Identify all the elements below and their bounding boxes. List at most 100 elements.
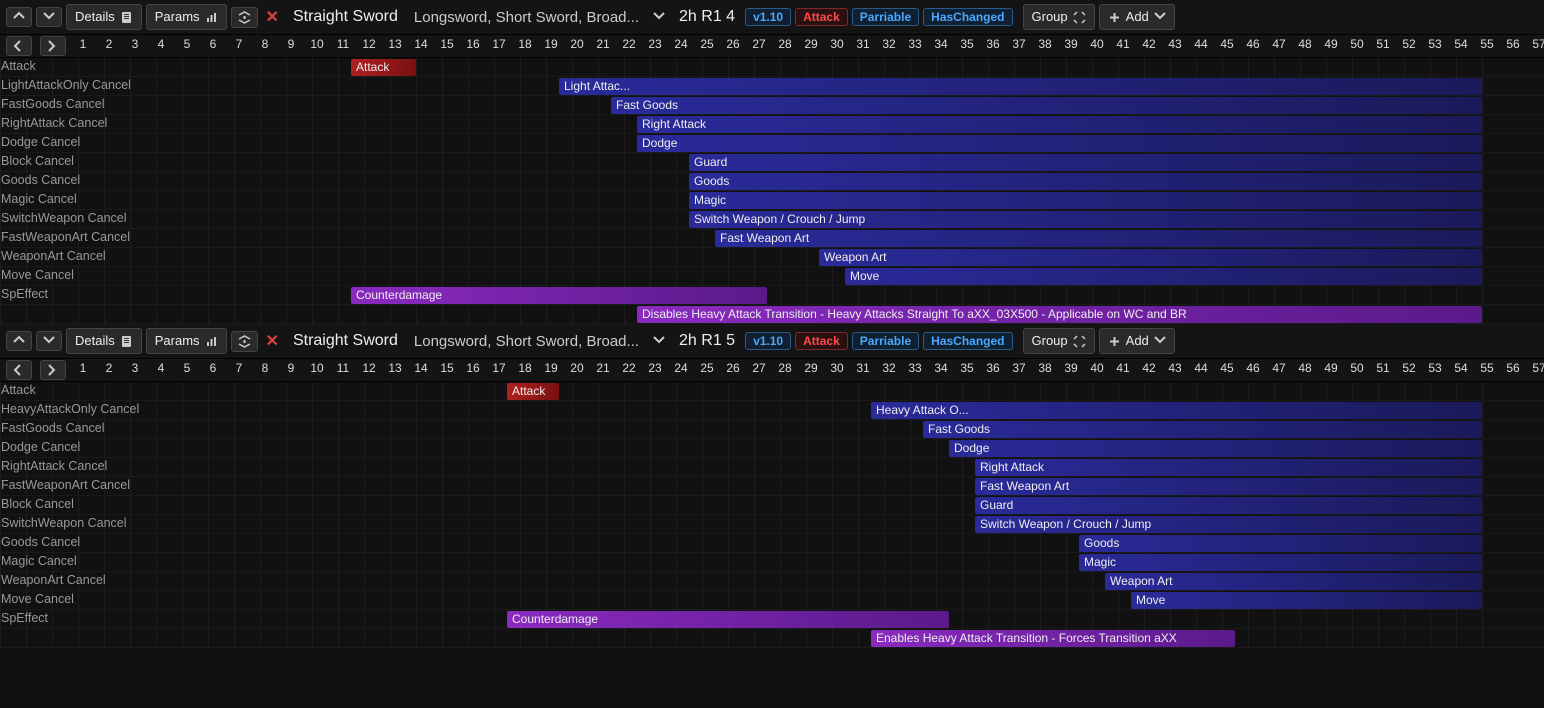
timeline-bar[interactable]: Move [845, 268, 1482, 285]
timeline-bar[interactable]: Dodge [949, 440, 1482, 457]
timeline-bar[interactable]: Counterdamage [351, 287, 767, 304]
timeline-bar[interactable]: Guard [975, 497, 1482, 514]
bar-label: Attack [356, 60, 389, 74]
ruler-tick: 35 [960, 361, 973, 375]
ruler-tick: 29 [804, 361, 817, 375]
bar-label: Right Attack [642, 117, 706, 131]
close-icon[interactable]: ✕ [262, 331, 283, 351]
timeline-bar[interactable]: Enables Heavy Attack Transition - Forces… [871, 630, 1235, 647]
timeline-bar[interactable]: Switch Weapon / Crouch / Jump [689, 211, 1482, 228]
timeline-bar[interactable]: Guard [689, 154, 1482, 171]
timeline-bar[interactable]: Fast Goods [923, 421, 1482, 438]
track-label: Attack [0, 383, 36, 397]
track-row: LightAttackOnly Cancel Light Attac... [0, 77, 1544, 96]
compress-button[interactable] [231, 7, 258, 28]
timeline-bar[interactable]: Counterdamage [507, 611, 949, 628]
bar-label: Guard [980, 498, 1013, 512]
ruler-tick: 39 [1064, 37, 1077, 51]
ruler-tick: 9 [288, 361, 295, 375]
collapse-down-button[interactable] [36, 7, 62, 27]
track-row: RightAttack Cancel Right Attack [0, 115, 1544, 134]
track-label: Goods Cancel [0, 535, 80, 549]
ruler-tick: 21 [596, 361, 609, 375]
timeline-bar[interactable]: Fast Weapon Art [975, 478, 1482, 495]
ruler-tick: 49 [1324, 37, 1337, 51]
bar-label: Right Attack [980, 460, 1044, 474]
ruler-tick: 56 [1506, 361, 1519, 375]
ruler-tick: 37 [1012, 37, 1025, 51]
timeline-bar[interactable]: Attack [351, 59, 416, 76]
timeline-bar[interactable]: Weapon Art [1105, 573, 1482, 590]
timeline-panel: Details Params ✕ Straight Sword Longswor… [0, 0, 1544, 324]
track-label: Block Cancel [0, 154, 74, 168]
track-label: Block Cancel [0, 497, 74, 511]
timeline-bar[interactable]: Disables Heavy Attack Transition - Heavy… [637, 306, 1482, 323]
group-button[interactable]: Group [1023, 328, 1095, 354]
collapse-down-button[interactable] [36, 331, 62, 351]
timeline-bar[interactable]: Weapon Art [819, 249, 1482, 266]
add-button[interactable]: Add [1099, 328, 1175, 354]
bar-label: Switch Weapon / Crouch / Jump [980, 517, 1151, 531]
ruler-tick: 24 [674, 361, 687, 375]
ruler-tick: 50 [1350, 361, 1363, 375]
params-button[interactable]: Params [146, 4, 227, 30]
bar-label: Fast Goods [928, 422, 990, 436]
track-label: WeaponArt Cancel [0, 249, 106, 263]
ruler-tick: 47 [1272, 361, 1285, 375]
timeline-bar[interactable]: Goods [689, 173, 1482, 190]
bar-label: Magic [694, 193, 726, 207]
ruler-tick: 12 [362, 37, 375, 51]
details-button[interactable]: Details [66, 4, 142, 30]
track-label: FastWeaponArt Cancel [0, 230, 130, 244]
chevron-down-icon[interactable] [649, 11, 669, 23]
timeline-bar[interactable]: Switch Weapon / Crouch / Jump [975, 516, 1482, 533]
scroll-left-button[interactable] [6, 360, 32, 380]
timeline-bar[interactable]: Fast Goods [611, 97, 1482, 114]
ruler-tick: 39 [1064, 361, 1077, 375]
timeline-bar[interactable]: Heavy Attack O... [871, 402, 1482, 419]
ruler-tick: 53 [1428, 361, 1441, 375]
timeline-bar[interactable]: Magic [1079, 554, 1482, 571]
details-label: Details [75, 8, 115, 26]
ruler-tick: 46 [1246, 361, 1259, 375]
timeline-bar[interactable]: Attack [507, 383, 559, 400]
bar-label: Dodge [954, 441, 989, 455]
ruler-tick: 43 [1168, 361, 1181, 375]
ruler-tick: 17 [492, 361, 505, 375]
compress-button[interactable] [231, 331, 258, 352]
ruler-tick: 33 [908, 37, 921, 51]
tracks-area[interactable]: Attack Attack HeavyAttackOnly Cancel Hea… [0, 382, 1544, 648]
params-button[interactable]: Params [146, 328, 227, 354]
timeline-bar[interactable]: Move [1131, 592, 1482, 609]
group-button[interactable]: Group [1023, 4, 1095, 30]
version-tag: v1.10 [745, 8, 791, 26]
ruler-tick: 54 [1454, 37, 1467, 51]
action-name: 2h R1 4 [673, 8, 741, 26]
timeline-bar[interactable]: Goods [1079, 535, 1482, 552]
chevron-down-icon[interactable] [649, 335, 669, 347]
bar-label: Disables Heavy Attack Transition - Heavy… [642, 307, 1187, 321]
track-label: FastWeaponArt Cancel [0, 478, 130, 492]
collapse-up-button[interactable] [6, 7, 32, 27]
timeline-bar[interactable]: Fast Weapon Art [715, 230, 1482, 247]
timeline-bar[interactable]: Dodge [637, 135, 1482, 152]
tracks-area[interactable]: Attack Attack LightAttackOnly Cancel Lig… [0, 58, 1544, 324]
scroll-right-button[interactable] [40, 360, 66, 380]
timeline-bar[interactable]: Light Attac... [559, 78, 1482, 95]
timeline-bar[interactable]: Right Attack [637, 116, 1482, 133]
ruler-tick: 47 [1272, 37, 1285, 51]
frame-ruler[interactable]: 1234567891011121314151617181920212223242… [70, 35, 1544, 58]
ruler-tick: 18 [518, 361, 531, 375]
scroll-left-button[interactable] [6, 36, 32, 56]
scroll-right-button[interactable] [40, 36, 66, 56]
details-button[interactable]: Details [66, 328, 142, 354]
frame-ruler[interactable]: 1234567891011121314151617181920212223242… [70, 359, 1544, 382]
collapse-up-button[interactable] [6, 331, 32, 351]
timeline-bar[interactable]: Right Attack [975, 459, 1482, 476]
add-button[interactable]: Add [1099, 4, 1175, 30]
weapon-category: Straight Sword [287, 332, 404, 350]
timeline-bar[interactable]: Magic [689, 192, 1482, 209]
close-icon[interactable]: ✕ [262, 7, 283, 27]
ruler-tick: 50 [1350, 37, 1363, 51]
bar-label: Fast Weapon Art [720, 231, 809, 245]
